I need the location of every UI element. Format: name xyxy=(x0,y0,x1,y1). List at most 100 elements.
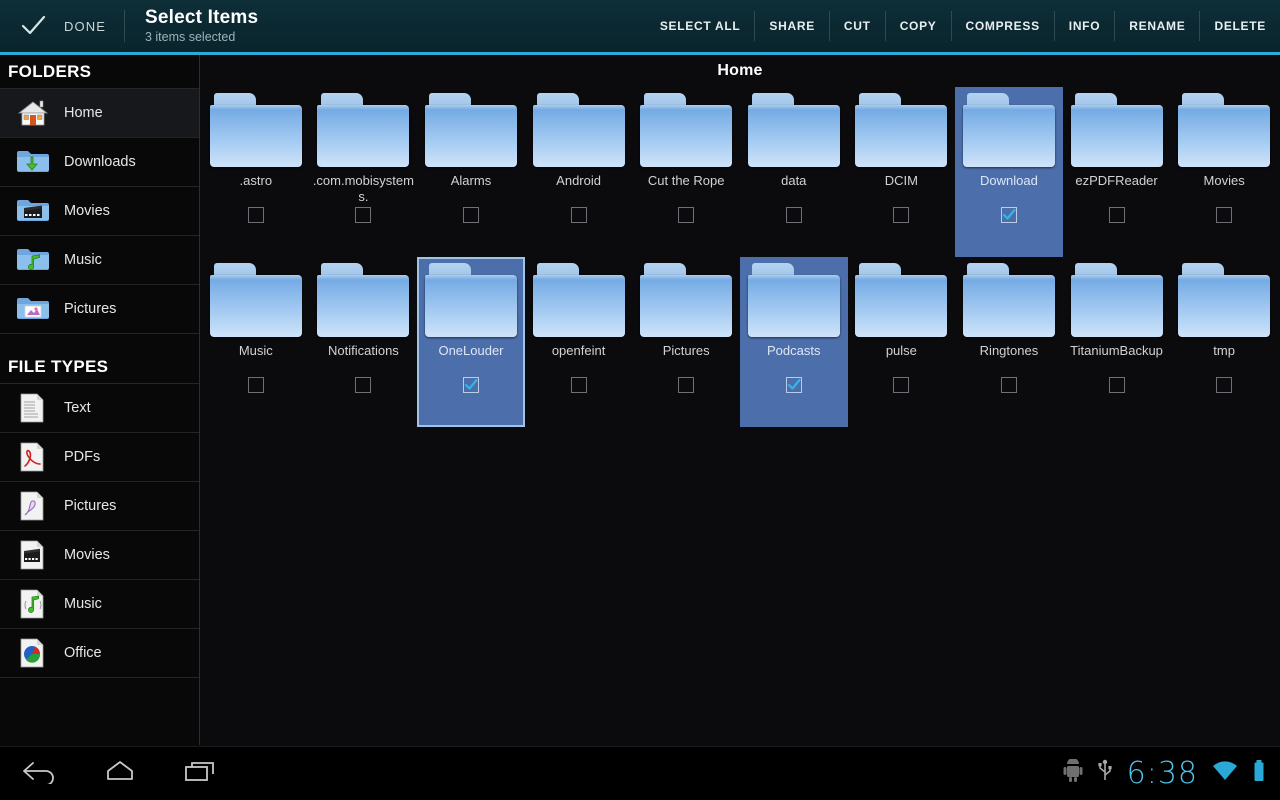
folder-checkbox[interactable] xyxy=(1109,207,1125,223)
folder-item[interactable]: TitaniumBackup xyxy=(1063,257,1171,427)
folder-item[interactable]: Movies xyxy=(1170,87,1278,257)
folder-item[interactable]: OneLouder xyxy=(417,257,525,427)
battery-icon[interactable] xyxy=(1252,759,1266,788)
folder-item[interactable]: pulse xyxy=(848,257,956,427)
action-delete-button[interactable]: DELETE xyxy=(1200,9,1280,43)
folder-icon xyxy=(640,263,732,337)
folder-item[interactable]: Podcasts xyxy=(740,257,848,427)
folder-checkbox[interactable] xyxy=(1216,207,1232,223)
document-text-icon xyxy=(16,393,50,423)
action-rename-button[interactable]: RENAME xyxy=(1115,9,1199,43)
folder-item[interactable]: Download xyxy=(955,87,1063,257)
usb-icon[interactable] xyxy=(1097,759,1113,788)
folder-label: Cut the Rope xyxy=(634,173,738,205)
folder-checkbox[interactable] xyxy=(893,377,909,393)
sidebar-item-music[interactable]: Music xyxy=(0,580,199,629)
folder-label: Podcasts xyxy=(742,343,846,375)
selection-count: 3 items selected xyxy=(145,29,258,45)
recent-apps-icon xyxy=(180,758,220,789)
folder-checkbox[interactable] xyxy=(786,377,802,393)
action-compress-button[interactable]: COMPRESS xyxy=(952,9,1054,43)
folders-section-header: FOLDERS xyxy=(0,55,199,89)
sidebar-item-text[interactable]: Text xyxy=(0,384,199,433)
folder-checkbox[interactable] xyxy=(248,377,264,393)
folder-grid: .astro.com.mobisystems.AlarmsAndroidCut … xyxy=(200,87,1280,427)
folders-list: HomeDownloads Movies MusicPictures xyxy=(0,89,199,334)
sidebar-item-pdfs[interactable]: PDFs xyxy=(0,433,199,482)
folder-label: Android xyxy=(527,173,631,205)
folder-label: Music xyxy=(204,343,308,375)
folder-item[interactable]: Notifications xyxy=(310,257,418,427)
clock[interactable]: 6:38 xyxy=(1127,759,1198,789)
sidebar-item-movies[interactable]: Movies xyxy=(0,531,199,580)
document-office-icon xyxy=(16,638,50,668)
sidebar-item-pictures[interactable]: Pictures xyxy=(0,482,199,531)
folder-label: Ringtones xyxy=(957,343,1061,375)
folder-item[interactable]: Pictures xyxy=(632,257,740,427)
folder-checkbox[interactable] xyxy=(463,207,479,223)
folder-item[interactable]: data xyxy=(740,87,848,257)
folder-label: .astro xyxy=(204,173,308,205)
folder-checkbox[interactable] xyxy=(463,377,479,393)
folder-checkbox[interactable] xyxy=(1001,207,1017,223)
folder-checkbox[interactable] xyxy=(248,207,264,223)
folder-checkbox[interactable] xyxy=(1109,377,1125,393)
sidebar-item-pictures[interactable]: Pictures xyxy=(0,285,199,334)
page-title: Select Items xyxy=(145,7,258,28)
folder-checkbox[interactable] xyxy=(1216,377,1232,393)
folder-checkbox[interactable] xyxy=(355,377,371,393)
folder-item[interactable]: .com.mobisystems. xyxy=(310,87,418,257)
folder-movie-icon xyxy=(16,196,50,226)
action-select-all-button[interactable]: SELECT ALL xyxy=(646,9,755,43)
sidebar-item-music[interactable]: Music xyxy=(0,236,199,285)
folder-icon xyxy=(1071,93,1163,167)
folder-icon xyxy=(855,93,947,167)
folder-icon xyxy=(855,263,947,337)
folder-item[interactable]: tmp xyxy=(1170,257,1278,427)
folder-checkbox[interactable] xyxy=(678,377,694,393)
back-button[interactable] xyxy=(0,747,80,800)
folder-icon xyxy=(748,263,840,337)
folder-checkbox[interactable] xyxy=(678,207,694,223)
folder-item[interactable]: .astro xyxy=(202,87,310,257)
action-copy-button[interactable]: COPY xyxy=(886,9,951,43)
folder-icon xyxy=(1071,263,1163,337)
folder-checkbox[interactable] xyxy=(1001,377,1017,393)
folder-item[interactable]: Cut the Rope xyxy=(632,87,740,257)
folder-item[interactable]: DCIM xyxy=(848,87,956,257)
done-button[interactable]: DONE xyxy=(0,0,124,52)
action-info-button[interactable]: INFO xyxy=(1055,9,1114,43)
android-robot-icon[interactable] xyxy=(1063,759,1083,788)
action-bar: DONE Select Items 3 items selected SELEC… xyxy=(0,0,1280,52)
folder-checkbox[interactable] xyxy=(893,207,909,223)
folder-item[interactable]: Android xyxy=(525,87,633,257)
recents-button[interactable] xyxy=(160,747,240,800)
sidebar-item-office[interactable]: Office xyxy=(0,629,199,678)
folder-item[interactable]: Alarms xyxy=(417,87,525,257)
filetypes-list: TextPDFsPicturesMoviesMusicOffice xyxy=(0,384,199,678)
folder-item[interactable]: ezPDFReader xyxy=(1063,87,1171,257)
folder-checkbox[interactable] xyxy=(571,207,587,223)
sidebar-item-home[interactable]: Home xyxy=(0,89,199,138)
folder-icon xyxy=(963,263,1055,337)
folder-checkbox[interactable] xyxy=(786,207,802,223)
folder-checkbox[interactable] xyxy=(355,207,371,223)
android-file-manager-screen: DONE Select Items 3 items selected SELEC… xyxy=(0,0,1280,800)
home-button[interactable] xyxy=(80,747,160,800)
action-cut-button[interactable]: CUT xyxy=(830,9,885,43)
folder-label: TitaniumBackup xyxy=(1065,343,1169,375)
action-buttons: SELECT ALLSHARECUTCOPYCOMPRESSINFORENAME… xyxy=(646,0,1280,52)
sidebar-item-label: Movies xyxy=(64,203,110,219)
sidebar: FOLDERS HomeDownloadsMoviesMusicPictures… xyxy=(0,55,200,745)
folder-item[interactable]: openfeint xyxy=(525,257,633,427)
sidebar-item-movies[interactable]: Movies xyxy=(0,187,199,236)
sidebar-item-downloads[interactable]: Downloads xyxy=(0,138,199,187)
folder-item[interactable]: Ringtones xyxy=(955,257,1063,427)
folder-item[interactable]: Music xyxy=(202,257,310,427)
document-pdf-icon xyxy=(16,442,50,472)
wifi-icon[interactable] xyxy=(1212,760,1238,787)
action-share-button[interactable]: SHARE xyxy=(755,9,829,43)
folder-label: Alarms xyxy=(419,173,523,205)
folder-grid-row: .astro.com.mobisystems.AlarmsAndroidCut … xyxy=(202,87,1278,257)
folder-checkbox[interactable] xyxy=(571,377,587,393)
